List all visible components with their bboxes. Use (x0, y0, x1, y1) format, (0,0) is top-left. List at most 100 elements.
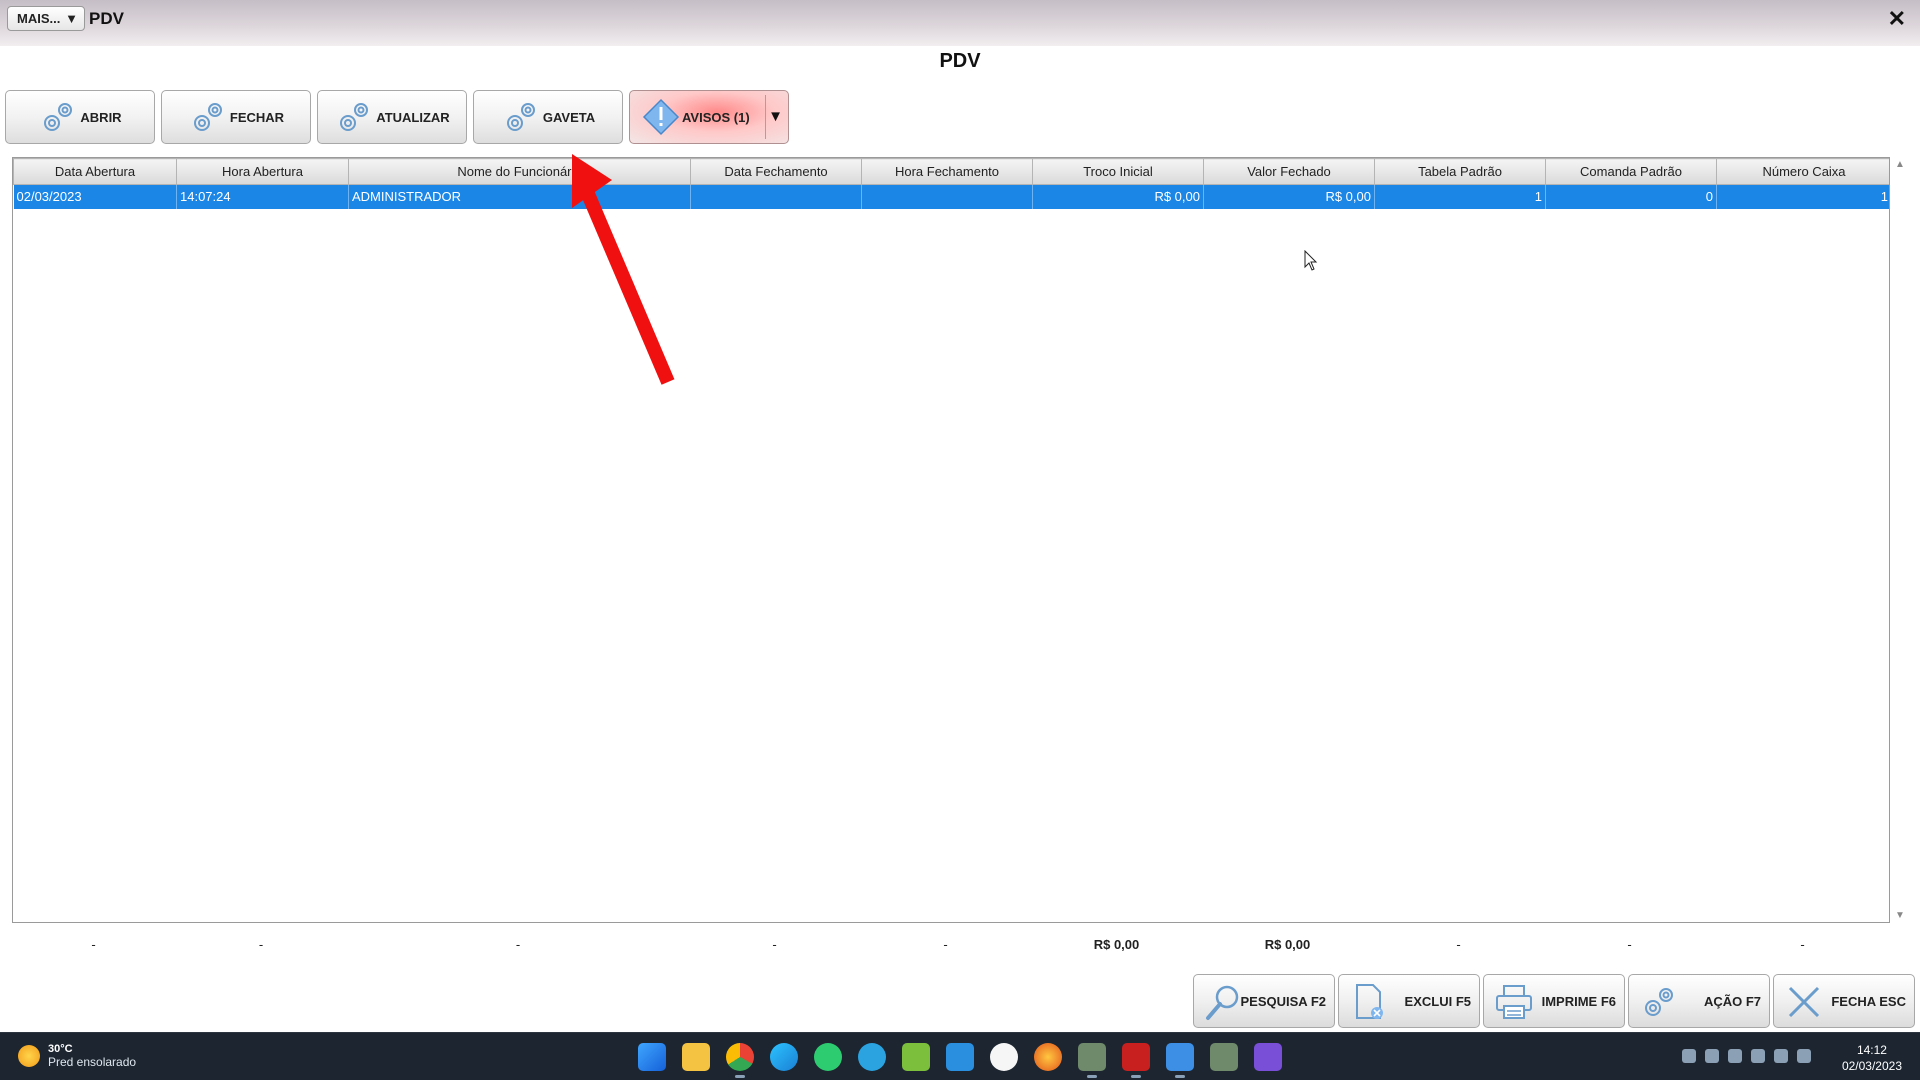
total-cell: - (772, 937, 777, 952)
file-explorer-icon[interactable] (682, 1043, 710, 1071)
table-cell: 1 (1716, 184, 1889, 209)
table-cell: 1 (1374, 184, 1546, 209)
window-title: PDV (89, 9, 124, 28)
table-cell: 02/03/2023 (13, 184, 177, 209)
column-header[interactable]: Data Fechamento (690, 158, 862, 185)
os-taskbar: 30°C Pred ensolarado 14:12 02/03/2023 (0, 1032, 1920, 1080)
shield-app-icon[interactable] (990, 1043, 1018, 1071)
column-header[interactable]: Valor Fechado (1203, 158, 1375, 185)
scroll-down-icon[interactable]: ▼ (1895, 910, 1905, 921)
total-cell: - (91, 937, 96, 952)
weather-desc: Pred ensolarado (48, 1055, 137, 1069)
tray-cloud-icon[interactable] (1751, 1049, 1765, 1063)
avisos-button[interactable]: AVISOS (1) ▼ (629, 90, 789, 144)
column-header[interactable]: Comanda Padrão (1545, 158, 1717, 185)
mais-menu-button[interactable]: MAIS... ▼ (7, 6, 85, 31)
windows-start-icon[interactable] (638, 1043, 666, 1071)
tray-battery-icon[interactable] (1705, 1049, 1719, 1063)
scroll-up-icon[interactable]: ▲ (1895, 159, 1905, 170)
window-titlebar: MAIS... ▼ PDV ✕ (0, 0, 1920, 46)
column-header[interactable]: Número Caixa (1716, 158, 1889, 185)
column-header[interactable]: Data Abertura (13, 158, 177, 185)
fecha-button[interactable]: FECHA ESC (1773, 974, 1915, 1028)
pesquisa-label: PESQUISA F2 (1240, 993, 1326, 1009)
avisos-separator (765, 95, 766, 139)
tray-shield-icon[interactable] (1728, 1049, 1742, 1063)
tray-monitor-icon[interactable] (1774, 1049, 1788, 1063)
acao-label: AÇÃO F7 (1703, 993, 1761, 1009)
erp-app-icon[interactable] (1078, 1043, 1106, 1078)
abrir-label: ABRIR (80, 109, 122, 125)
clock-time: 14:12 (1856, 1043, 1887, 1057)
system-tray (1682, 1049, 1811, 1063)
table-cell: 0 (1545, 184, 1717, 209)
delete-document-icon (1356, 984, 1383, 1019)
clapper-app-icon[interactable] (1254, 1043, 1282, 1071)
acao-button[interactable]: AÇÃO F7 (1628, 974, 1770, 1028)
tray-network-icon[interactable] (1682, 1049, 1696, 1063)
gears-icon (44, 103, 73, 131)
weather-widget[interactable]: 30°C Pred ensolarado (18, 1043, 136, 1069)
table-cell: R$ 0,00 (1032, 184, 1204, 209)
imprime-label: IMPRIME F6 (1541, 993, 1616, 1009)
taskbar-apps (638, 1043, 1282, 1078)
column-header[interactable]: Troco Inicial (1032, 158, 1204, 185)
totals-row: - - - - - R$ 0,00 R$ 0,00 - - - (12, 937, 1890, 952)
sun-icon (18, 1045, 40, 1067)
magnifier-icon (1206, 985, 1239, 1020)
mais-menu-label: MAIS... (17, 11, 61, 26)
total-cell: - (258, 937, 264, 952)
pesquisa-button[interactable]: PESQUISA F2 (1193, 974, 1335, 1028)
pdv-grid[interactable]: Data Abertura Hora Abertura Nome do Func… (12, 157, 1890, 923)
total-cell: - (943, 937, 948, 952)
avisos-label: AVISOS (1) (682, 109, 750, 125)
remote-app-icon[interactable] (946, 1043, 974, 1071)
page-title: PDV (939, 50, 981, 72)
fechar-button[interactable]: FECHAR (161, 90, 311, 144)
taskbar-clock[interactable]: 14:12 02/03/2023 (1842, 1042, 1902, 1074)
column-header[interactable]: Tabela Padrão (1374, 158, 1546, 185)
total-cell: - (1627, 937, 1632, 952)
chevron-down-icon: ▼ (65, 11, 78, 26)
erp-app-2-icon[interactable] (1210, 1043, 1238, 1071)
filezilla-icon[interactable] (1122, 1043, 1150, 1078)
total-cell: - (1800, 937, 1805, 952)
tray-volume-icon[interactable] (1797, 1049, 1811, 1063)
total-cell: - (515, 937, 521, 952)
sheet-app-icon[interactable] (902, 1043, 930, 1071)
warning-diamond-icon (642, 98, 680, 136)
table-cell (861, 184, 1033, 209)
atualizar-button[interactable]: ATUALIZAR (317, 90, 467, 144)
close-icon[interactable]: ✕ (1888, 6, 1906, 32)
table-cell: R$ 0,00 (1203, 184, 1375, 209)
chrome-icon[interactable] (726, 1043, 754, 1078)
edge-icon[interactable] (770, 1043, 798, 1071)
gears-icon (193, 103, 222, 131)
mouse-cursor-icon (1304, 250, 1318, 271)
close-icon (1788, 986, 1820, 1018)
gears-icon (340, 103, 369, 131)
telegram-icon[interactable] (858, 1043, 886, 1071)
imprime-button[interactable]: IMPRIME F6 (1483, 974, 1625, 1028)
exclui-button[interactable]: EXCLUI F5 (1338, 974, 1480, 1028)
exclui-label: EXCLUI F5 (1404, 993, 1471, 1009)
gaveta-button[interactable]: GAVETA (473, 90, 623, 144)
total-troco: R$ 0,00 (1093, 937, 1140, 952)
firefox-icon[interactable] (1034, 1043, 1062, 1071)
total-cell: - (1456, 937, 1461, 952)
gears-icon (1645, 988, 1673, 1016)
abrir-button[interactable]: ABRIR (5, 90, 155, 144)
column-header[interactable]: Hora Abertura (176, 158, 349, 185)
vertical-scrollbar[interactable]: ▲ ▼ (1892, 157, 1908, 923)
whatsapp-icon[interactable] (814, 1043, 842, 1071)
table-cell: 14:07:24 (176, 184, 349, 209)
gaveta-label: GAVETA (542, 109, 596, 125)
notepad-icon[interactable] (1166, 1043, 1194, 1078)
column-header[interactable]: Hora Fechamento (861, 158, 1033, 185)
clock-date: 02/03/2023 (1841, 1059, 1902, 1073)
total-valor: R$ 0,00 (1264, 937, 1311, 952)
pdv-table: Data Abertura Hora Abertura Nome do Func… (13, 158, 1889, 209)
chevron-down-icon[interactable]: ▼ (768, 108, 783, 125)
table-row[interactable]: 02/03/2023 14:07:24 ADMINISTRADOR R$ 0,0… (13, 184, 1889, 209)
annotation-arrow (572, 154, 675, 385)
